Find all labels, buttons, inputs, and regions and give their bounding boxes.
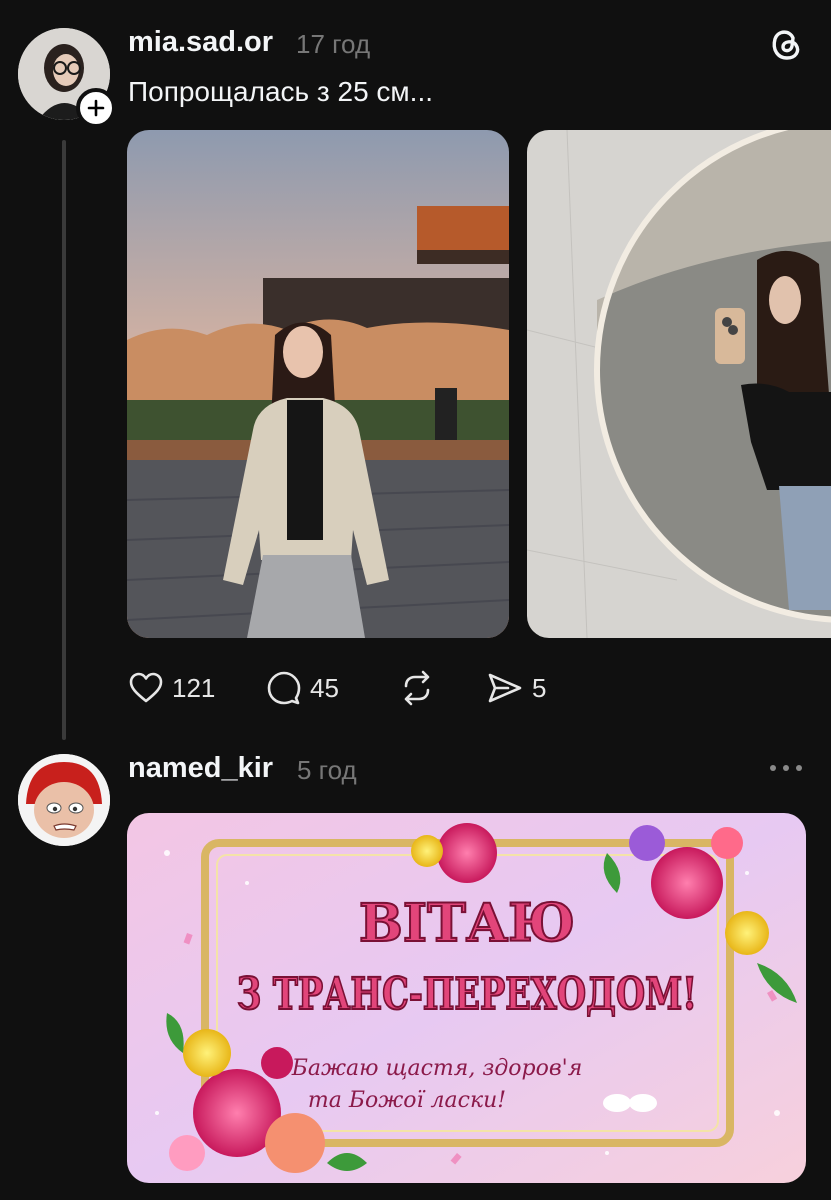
comment-button[interactable]: 45: [266, 670, 339, 706]
banner-subtitle-line2: та Божої ласки!: [308, 1088, 506, 1113]
user-avatar[interactable]: [18, 754, 110, 846]
heart-icon: [129, 672, 163, 703]
send-icon: [488, 673, 522, 703]
comment-icon: [267, 671, 301, 705]
more-dots-icon: [770, 765, 802, 771]
like-count: 121: [172, 672, 216, 703]
post-photo-mirror[interactable]: [527, 130, 831, 638]
post-time: 5 год: [297, 755, 357, 785]
post-named-kir: named_kir 5 год ВІТАЮ З ТРАНС-ПЕРЕХОДОМ!…: [0, 740, 831, 1200]
more-options-button[interactable]: [766, 758, 806, 778]
like-button[interactable]: 121: [128, 670, 215, 706]
comment-count: 45: [310, 672, 339, 703]
threads-logo-icon[interactable]: [766, 24, 806, 64]
plus-icon: [87, 99, 105, 117]
repost-icon: [404, 670, 430, 706]
share-button[interactable]: 5: [486, 670, 546, 706]
banner-subtitle-line1: Бажаю щастя, здоров'я: [291, 1056, 583, 1081]
post-photo-sunset[interactable]: [127, 130, 509, 638]
banner-title-line2: З ТРАНС-ПЕРЕХОДОМ!: [237, 969, 697, 1020]
share-count: 5: [532, 672, 547, 703]
banner-title-line1: ВІТАЮ: [359, 893, 575, 954]
follow-plus-button[interactable]: [76, 88, 116, 128]
repost-button[interactable]: [398, 670, 436, 706]
post-username[interactable]: mia.sad.or: [128, 26, 273, 59]
post-mia: mia.sad.or 17 год Попрощалась з 25 см...: [0, 0, 831, 740]
post-username[interactable]: named_kir: [128, 752, 273, 785]
thread-line: [62, 140, 66, 740]
post-greeting-card[interactable]: ВІТАЮ З ТРАНС-ПЕРЕХОДОМ! Бажаю щастя, зд…: [127, 813, 806, 1183]
post-time: 17 год: [296, 29, 371, 59]
post-caption: Попрощалась з 25 см...: [128, 76, 434, 107]
